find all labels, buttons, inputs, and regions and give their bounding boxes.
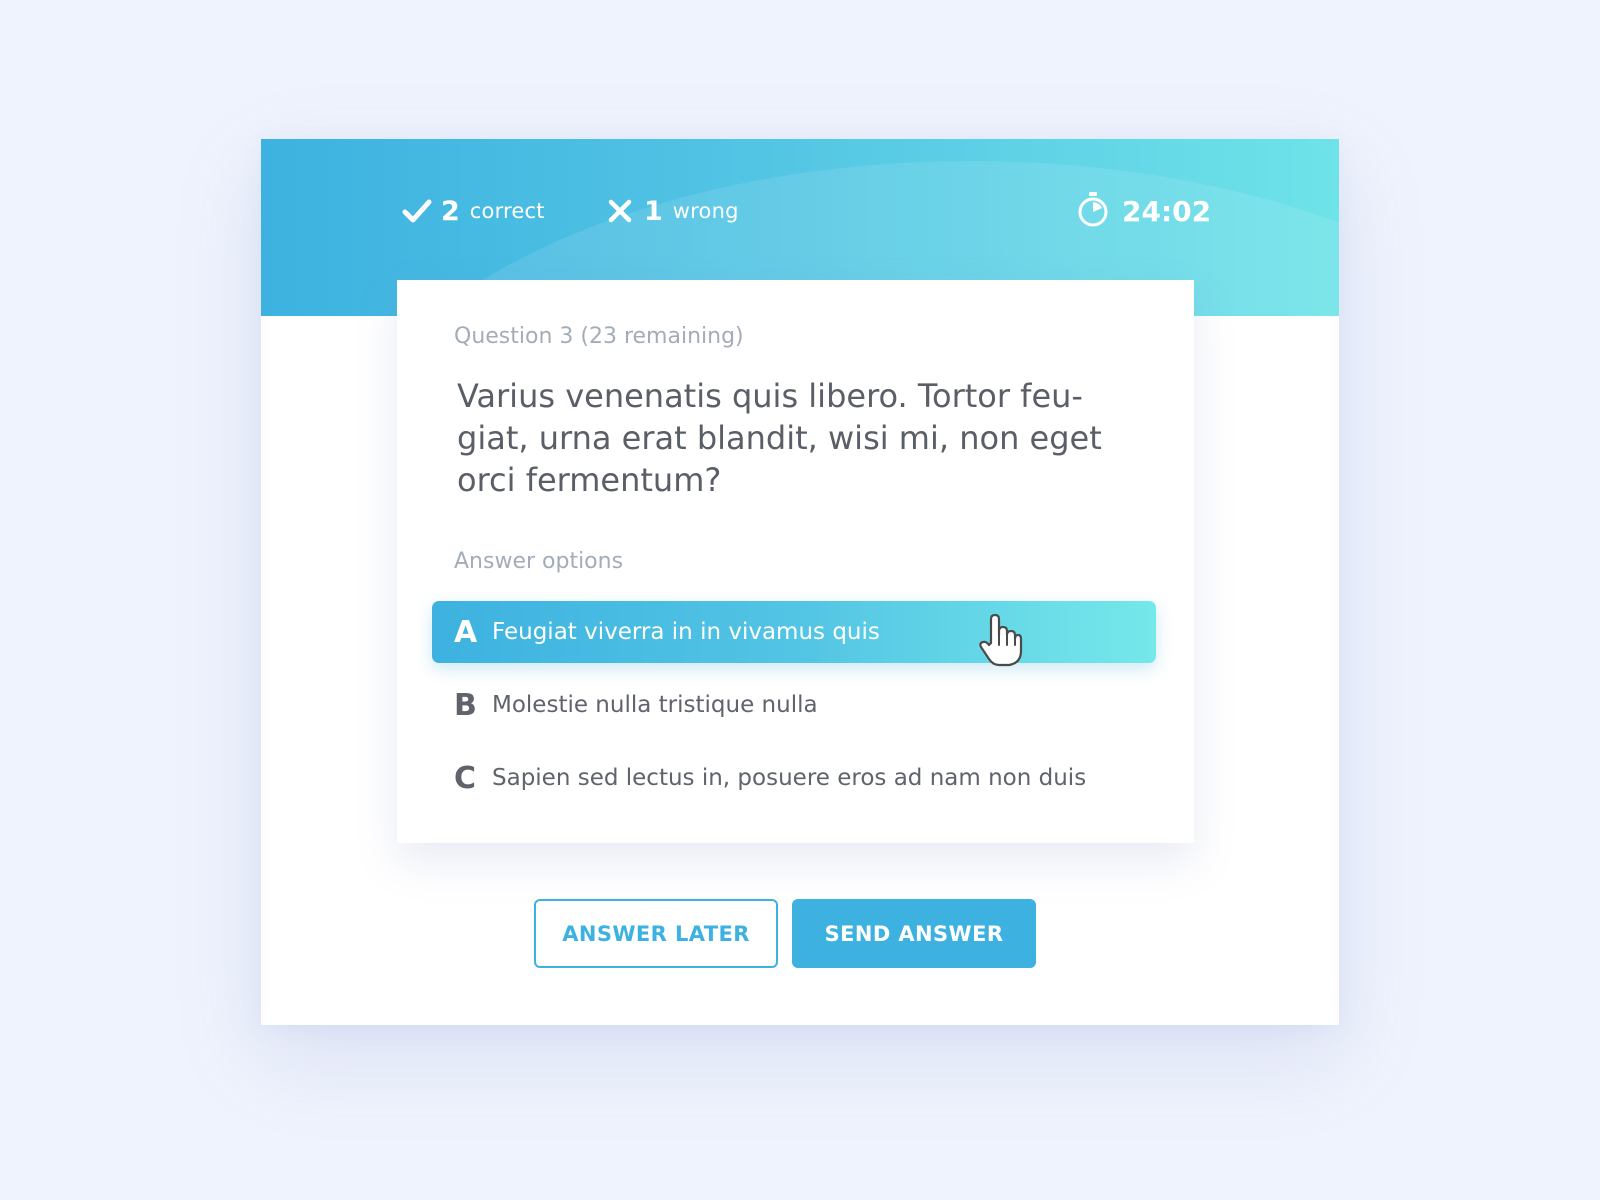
- option-text: Feugiat viverra in in vivamus quis: [492, 619, 880, 645]
- answer-later-button[interactable]: ANSWER LATER: [534, 899, 778, 968]
- option-letter: C: [454, 760, 477, 796]
- wrong-label: wrong: [672, 199, 739, 223]
- stopwatch-icon: [1076, 191, 1110, 231]
- cross-icon: [604, 195, 636, 227]
- checkmark-icon: [401, 195, 433, 227]
- timer-value: 24:02: [1122, 194, 1212, 228]
- answer-option-c[interactable]: C Sapien sed lectus in, posuere eros ad …: [432, 747, 1156, 809]
- correct-stat: 2 correct: [401, 191, 545, 231]
- option-text: Molestie nulla tristique nulla: [492, 692, 818, 718]
- correct-label: correct: [469, 199, 545, 223]
- wrong-count: 1: [644, 195, 663, 227]
- option-text: Sapien sed lectus in, posuere eros ad na…: [492, 765, 1087, 791]
- send-answer-button[interactable]: SEND ANSWER: [792, 899, 1036, 968]
- wrong-stat: 1 wrong: [604, 191, 739, 231]
- correct-count: 2: [441, 195, 460, 227]
- question-progress: Question 3 (23 remaining): [454, 324, 744, 349]
- hand-pointer-icon: [977, 613, 1023, 667]
- answer-option-a[interactable]: A Feugiat viverra in in vivamus quis: [432, 601, 1156, 667]
- question-text: Varius venenatis quis libero. Tortor feu…: [457, 377, 1102, 499]
- option-letter: A: [454, 614, 478, 650]
- quiz-card: 2 correct 1 wrong 24:02 Question 3 (23 r…: [261, 139, 1339, 1025]
- question-panel: Question 3 (23 remaining) Varius venenat…: [397, 280, 1194, 843]
- answer-option-b[interactable]: B Molestie nulla tristique nulla: [432, 674, 1156, 736]
- answer-options-label: Answer options: [454, 549, 624, 574]
- timer: 24:02: [1076, 191, 1211, 231]
- option-letter: B: [454, 687, 477, 723]
